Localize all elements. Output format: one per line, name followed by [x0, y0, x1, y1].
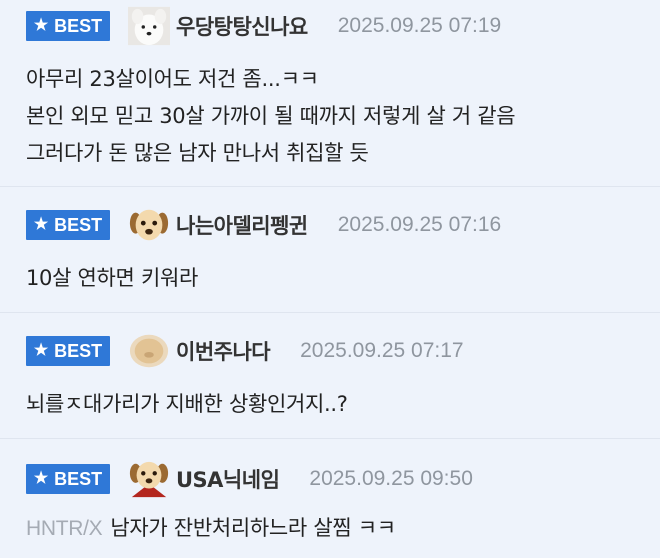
comment-item: ★ BEST 나는아델리펭귄 2025.09.25 07:16 10살 연하면 … [0, 187, 660, 313]
comment-header: ★ BEST USA닉네임 2025.09.25 09:50 [26, 460, 660, 498]
best-badge: ★ BEST [26, 464, 110, 494]
comment-prefix: HNTR/X [26, 517, 103, 540]
comment-line: 아무리 23살이어도 저건 좀...ㅋㅋ [26, 67, 319, 91]
comment-list: ★ BEST 우당탕탕신나요 2025.09.25 07:19 아무리 23살이… [0, 0, 660, 558]
nickname[interactable]: 이번주나다 [176, 336, 271, 366]
comment-body: 뇌를ㅈ대가리가 지배한 상황인거지..? [26, 388, 660, 420]
comment-line: 뇌를ㅈ대가리가 지배한 상황인거지..? [26, 392, 348, 416]
best-badge: ★ BEST [26, 336, 110, 366]
comment-date: 2025.09.25 07:19 [337, 14, 502, 37]
white-dog-avatar[interactable] [128, 6, 170, 46]
best-badge-label: BEST [54, 340, 103, 361]
comment-date: 2025.09.25 07:17 [300, 339, 464, 362]
comment-body: 10살 연하면 키워라 [26, 262, 660, 294]
best-badge-label: BEST [54, 468, 103, 489]
puppy-red-cape-avatar[interactable] [128, 460, 170, 498]
comment-text: 남자가 잔반처리하느라 살찜 ㅋㅋ [110, 516, 396, 540]
comment-date: 2025.09.25 09:50 [309, 467, 473, 490]
comment-body: HNTR/X 남자가 잔반처리하느라 살찜 ㅋㅋ [26, 512, 660, 545]
star-icon: ★ [33, 342, 49, 359]
comment-line: 본인 외모 믿고 30살 가까이 될 때까지 저렇게 살 거 같음 [26, 104, 516, 128]
nickname[interactable]: USA닉네임 [176, 464, 280, 494]
comment-date: 2025.09.25 07:16 [337, 213, 502, 236]
comment-header: ★ BEST 우당탕탕신나요 2025.09.25 07:19 [26, 6, 660, 46]
comment-line: 10살 연하면 키워라 [26, 266, 199, 290]
blurred-puppy-avatar[interactable] [128, 332, 170, 370]
comment-item: ★ BEST 이번주나다 2025.09.25 07:17 뇌를ㅈ대가리가 지배… [0, 313, 660, 439]
comment-item: ★ BEST USA닉네임 2025.09.25 09:50 HNTR/X남자 [0, 439, 660, 558]
best-badge: ★ BEST [26, 210, 110, 240]
puppy-avatar[interactable] [128, 206, 170, 244]
star-icon: ★ [33, 17, 49, 34]
comment-header: ★ BEST 나는아델리펭귄 2025.09.25 07:16 [26, 206, 660, 244]
best-badge: ★ BEST [26, 11, 110, 41]
comment-item: ★ BEST 우당탕탕신나요 2025.09.25 07:19 아무리 23살이… [0, 6, 660, 187]
star-icon: ★ [33, 470, 49, 487]
best-badge-label: BEST [54, 15, 103, 36]
nickname[interactable]: 나는아델리펭귄 [176, 210, 308, 240]
comment-header: ★ BEST 이번주나다 2025.09.25 07:17 [26, 332, 660, 370]
comment-body: 아무리 23살이어도 저건 좀...ㅋㅋ 본인 외모 믿고 30살 가까이 될 … [26, 63, 660, 169]
nickname[interactable]: 우당탕탕신나요 [176, 11, 308, 41]
star-icon: ★ [33, 216, 49, 233]
comment-line: 그러다가 돈 많은 남자 만나서 취집할 듯 [26, 141, 369, 165]
comment-line: HNTR/X 남자가 잔반처리하느라 살찜 ㅋㅋ [26, 512, 660, 545]
best-badge-label: BEST [54, 214, 103, 235]
